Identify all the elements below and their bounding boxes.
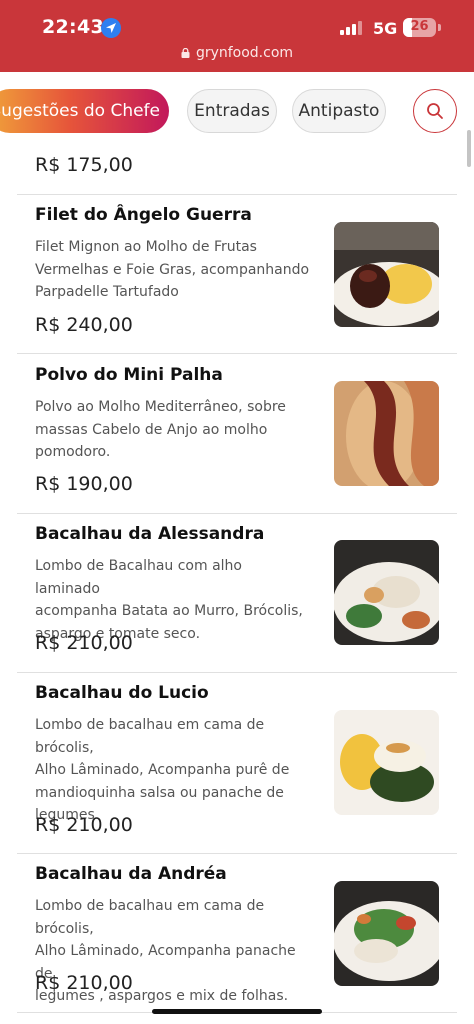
description-line: massas Cabelo de Anjo ao molho [35,421,268,438]
location-arrow-icon [101,18,121,38]
description-line: Lombo de bacalhau em cama de brócolis, [35,717,265,756]
menu-item-description: Polvo ao Molho Mediterrâneo, sobre massa… [35,396,310,464]
cod-potatoes-photo[interactable] [334,540,439,645]
menu-item-name: Bacalhau da Andréa [35,864,227,884]
status-bar: 22:43 5G 26 grynfood.com [0,0,474,72]
divider [17,672,457,673]
menu-item-name: Bacalhau da Alessandra [35,524,265,544]
description-line: Polvo ao Molho Mediterrâneo, sobre [35,399,286,415]
menu-item-description: Lombo de bacalhau em cama de brócolis, A… [35,714,310,827]
category-bar: Sugestões do Chefe Entradas Antipasto [0,72,474,150]
menu-item[interactable]: Bacalhau da Andréa Lombo de bacalhau em … [0,864,474,1004]
clock: 22:43 [42,16,104,38]
menu-item-name: Bacalhau do Lucio [35,683,209,703]
category-chip-label: Antipasto [298,101,380,121]
description-line: mandioquinha salsa ou panache de [35,784,284,801]
network-type: 5G [373,19,398,38]
address-bar[interactable]: grynfood.com [0,45,474,61]
menu-item[interactable]: Bacalhau da Alessandra Lombo de Bacalhau… [0,524,474,664]
cellular-signal-icon [340,21,364,35]
menu-item[interactable]: Filet do Ângelo Guerra Filet Mignon ao M… [0,205,474,345]
previous-item-price: R$ 175,00 [35,154,133,176]
category-chip-label: Sugestões do Chefe [0,101,160,121]
menu-item-name: Polvo do Mini Palha [35,365,223,385]
category-chip-antipasto[interactable]: Antipasto [292,89,386,133]
divider [17,853,457,854]
battery-cap [438,24,441,31]
cod-vegetables-photo[interactable] [334,881,439,986]
menu-item-price: R$ 210,00 [35,814,133,836]
category-chip-label: Entradas [194,101,270,121]
description-line: acompanha Batata ao Murro, Brócolis, [35,603,303,619]
menu-item-description: Filet Mignon ao Molho de Frutas Vermelha… [35,236,310,304]
divider [17,513,457,514]
description-line: Lombo de bacalhau em cama de brócolis, [35,898,265,937]
steak-plate-photo[interactable] [334,222,439,327]
category-chip-active[interactable]: Sugestões do Chefe [0,89,169,133]
description-line: Alho Lâminado, Acompanha purê de [35,762,290,778]
menu-item-name: Filet do Ângelo Guerra [35,205,252,225]
battery-percent: 26 [410,19,429,34]
menu-item-price: R$ 240,00 [35,314,133,336]
scrollbar[interactable] [467,130,471,167]
description-line: Parpadelle Tartufado [35,284,179,300]
url-text[interactable]: grynfood.com [196,45,293,61]
divider [17,194,457,195]
search-button[interactable] [413,89,457,133]
description-line: Filet Mignon ao Molho de Frutas [35,239,257,255]
menu-item-price: R$ 190,00 [35,473,133,495]
description-line: pomodoro. [35,444,111,460]
category-chip-entradas[interactable]: Entradas [187,89,277,133]
menu-item[interactable]: Polvo do Mini Palha Polvo ao Molho Medit… [0,365,474,505]
menu-item-price: R$ 210,00 [35,632,133,654]
battery-icon: 26 [403,18,436,37]
lock-icon [181,46,190,58]
home-indicator[interactable] [152,1009,322,1014]
description-line: Vermelhas e Foie Gras, acompanhando [35,261,310,278]
octopus-pasta-photo[interactable] [334,381,439,486]
divider [17,353,457,354]
menu-item[interactable]: Bacalhau do Lucio Lombo de bacalhau em c… [0,683,474,845]
search-icon [427,103,443,119]
cod-puree-photo[interactable] [334,710,439,815]
menu-item-price: R$ 210,00 [35,972,133,994]
description-line: Lombo de Bacalhau com alho laminado [35,558,242,597]
